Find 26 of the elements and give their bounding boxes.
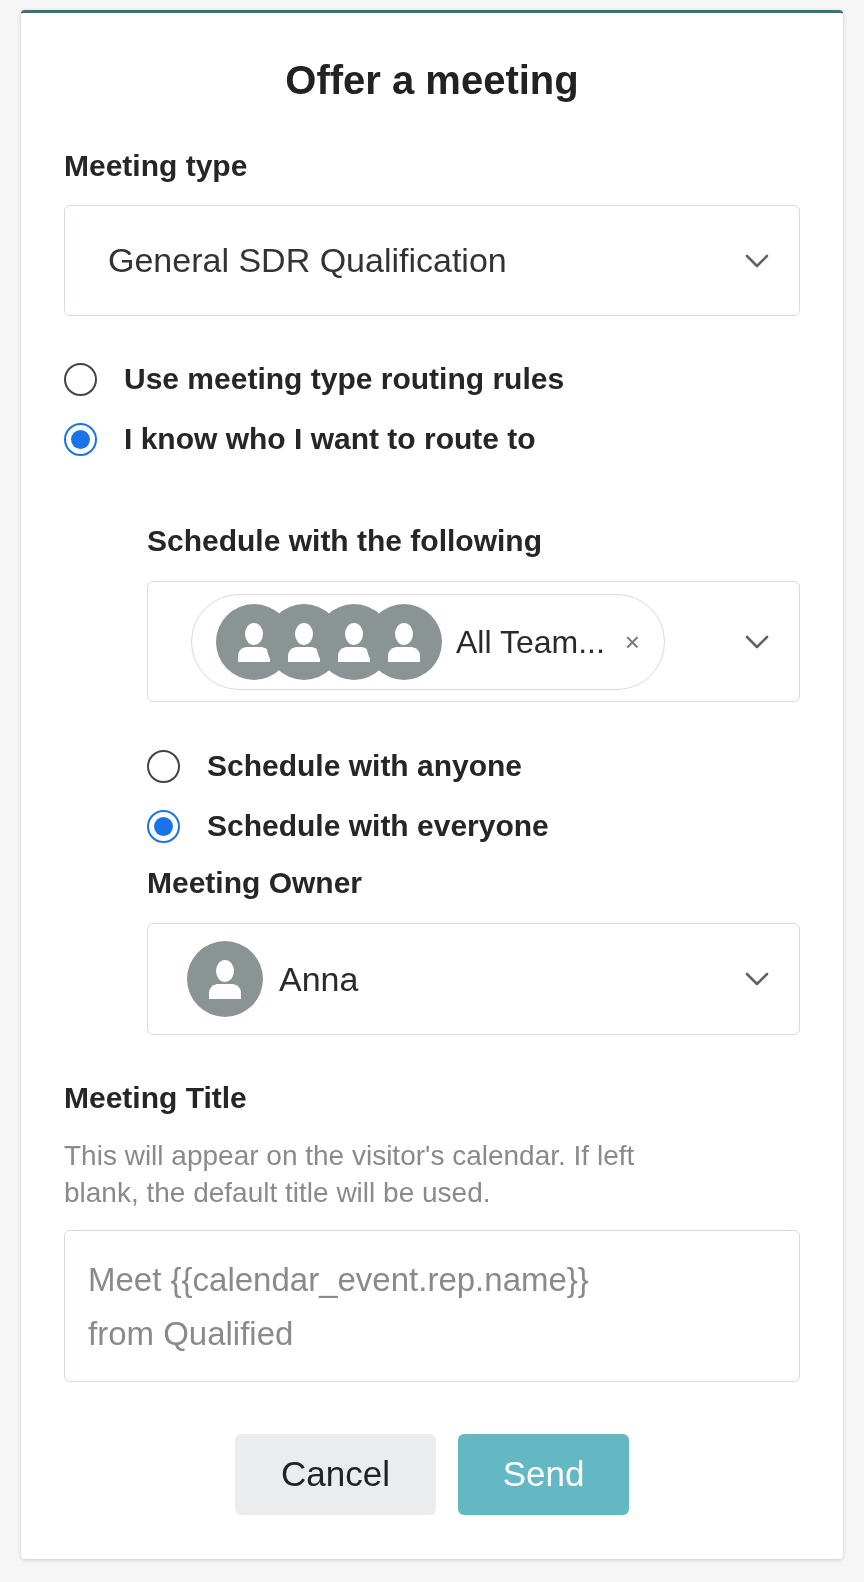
field-label: Meeting Title <box>64 1080 248 1116</box>
field-label: Schedule with the following <box>147 523 543 559</box>
radio-button[interactable] <box>147 809 180 843</box>
meeting-title-field[interactable]: Meet {{calendar_event.rep.name}} from Qualified <box>64 1230 800 1382</box>
chevron-down-icon <box>745 253 769 268</box>
chip-label: All Team... <box>456 622 605 662</box>
chevron-down-icon <box>745 634 769 649</box>
radio-label: I know who I want to route to <box>124 421 536 457</box>
cancel-button[interactable]: Cancel <box>235 1434 436 1515</box>
team-select[interactable]: All Team... × <box>147 581 800 702</box>
chevron-down-icon <box>745 972 769 986</box>
field-label: Meeting Owner <box>147 865 364 901</box>
remove-chip-button[interactable]: × <box>624 626 640 657</box>
radio-button[interactable] <box>147 749 180 783</box>
dialog-title: Offer a meeting <box>284 57 580 104</box>
person-avatar-icon <box>366 603 442 680</box>
radio-label: Use meeting type routing rules <box>124 361 565 397</box>
radio-button[interactable] <box>64 362 97 396</box>
radio-label: Schedule with anyone <box>207 748 523 784</box>
meeting-owner-select[interactable]: Anna <box>147 923 800 1035</box>
meeting-type-select[interactable]: General SDR Qualification <box>64 205 800 316</box>
person-avatar-icon <box>187 941 263 1017</box>
field-label: Meeting type <box>64 148 249 184</box>
help-text: This will appear on the visitor's calendar. If left blank, the default title will be used. <box>64 1139 636 1210</box>
radio-button[interactable] <box>64 422 97 456</box>
radio-label: Schedule with everyone <box>207 808 549 844</box>
